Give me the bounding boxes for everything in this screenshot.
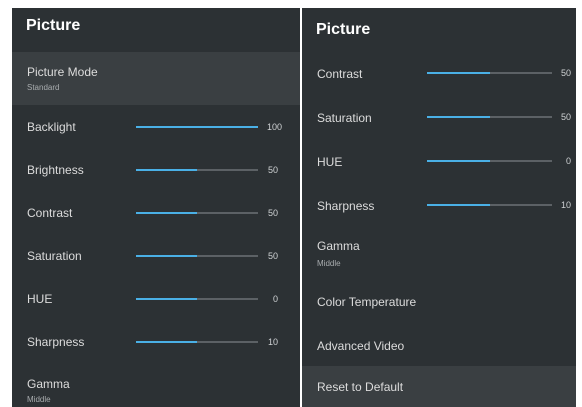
- slider-fill: [427, 116, 490, 118]
- menu-title: Picture: [26, 17, 81, 34]
- slider-value: 50: [267, 208, 278, 218]
- slider-saturation[interactable]: Saturation 50: [12, 234, 300, 277]
- slider-track[interactable]: [136, 255, 258, 257]
- color-temperature-item[interactable]: Color Temperature: [302, 281, 576, 324]
- slider-value: 10: [267, 337, 278, 347]
- gamma-item[interactable]: Gamma Middle: [302, 234, 576, 281]
- slider-fill: [136, 255, 197, 257]
- slider-label: Saturation: [27, 249, 82, 263]
- slider-label: Brightness: [27, 163, 84, 177]
- slider-fill: [136, 341, 197, 343]
- slider-hue[interactable]: HUE 0: [302, 146, 576, 190]
- slider-label: HUE: [27, 292, 53, 306]
- gamma-label: Gamma: [317, 239, 360, 253]
- slider-value: 100: [266, 122, 282, 132]
- slider-track[interactable]: [136, 298, 258, 300]
- slider-saturation[interactable]: Saturation 50: [302, 102, 576, 146]
- menu-title: Picture: [316, 21, 371, 38]
- gamma-label: Gamma: [27, 377, 70, 391]
- slider-track[interactable]: [136, 169, 258, 171]
- advanced-video-item[interactable]: Advanced Video: [302, 324, 576, 366]
- gamma-value: Middle: [27, 395, 51, 404]
- advanced-video-label: Advanced Video: [317, 339, 405, 353]
- slider-value: 10: [560, 200, 571, 210]
- slider-label: Contrast: [27, 206, 73, 220]
- slider-sharpness[interactable]: Sharpness 10: [12, 320, 300, 363]
- slider-sharpness[interactable]: Sharpness 10: [302, 190, 576, 234]
- slider-fill: [136, 298, 197, 300]
- slider-label: HUE: [317, 155, 343, 169]
- picture-menu-left: Picture Picture Mode Standard Backlight …: [12, 8, 300, 407]
- slider-track[interactable]: [427, 116, 552, 118]
- slider-fill: [136, 212, 197, 214]
- slider-fill: [136, 169, 197, 171]
- reset-to-default-item[interactable]: Reset to Default: [302, 366, 576, 407]
- gamma-value: Middle: [317, 259, 341, 268]
- slider-label: Sharpness: [317, 199, 375, 213]
- picture-mode-item[interactable]: Picture Mode Standard: [12, 52, 300, 105]
- slider-label: Backlight: [27, 120, 76, 134]
- slider-track[interactable]: [136, 126, 258, 128]
- slider-fill: [427, 160, 490, 162]
- reset-to-default-label: Reset to Default: [317, 380, 404, 394]
- slider-fill: [136, 126, 258, 128]
- slider-fill: [427, 204, 490, 206]
- slider-value: 0: [565, 156, 571, 166]
- slider-value: 0: [272, 294, 278, 304]
- slider-value: 50: [560, 112, 571, 122]
- picture-menu-right: Picture Contrast 50 Saturation 50 HUE 0 …: [302, 8, 576, 407]
- slider-brightness[interactable]: Brightness 50: [12, 148, 300, 191]
- slider-track[interactable]: [427, 204, 552, 206]
- picture-mode-value: Standard: [27, 83, 60, 92]
- slider-backlight[interactable]: Backlight 100: [12, 105, 300, 148]
- gamma-item[interactable]: Gamma Middle: [12, 363, 300, 407]
- slider-hue[interactable]: HUE 0: [12, 277, 300, 320]
- slider-label: Sharpness: [27, 335, 85, 349]
- slider-track[interactable]: [427, 160, 552, 162]
- slider-fill: [427, 72, 490, 74]
- slider-track[interactable]: [427, 72, 552, 74]
- slider-contrast[interactable]: Contrast 50: [302, 58, 576, 102]
- slider-value: 50: [267, 165, 278, 175]
- slider-contrast[interactable]: Contrast 50: [12, 191, 300, 234]
- slider-track[interactable]: [136, 212, 258, 214]
- slider-track[interactable]: [136, 341, 258, 343]
- slider-value: 50: [267, 251, 278, 261]
- slider-label: Saturation: [317, 111, 372, 125]
- picture-mode-label: Picture Mode: [27, 65, 98, 79]
- slider-value: 50: [560, 68, 571, 78]
- slider-label: Contrast: [317, 67, 363, 81]
- color-temperature-label: Color Temperature: [317, 295, 417, 309]
